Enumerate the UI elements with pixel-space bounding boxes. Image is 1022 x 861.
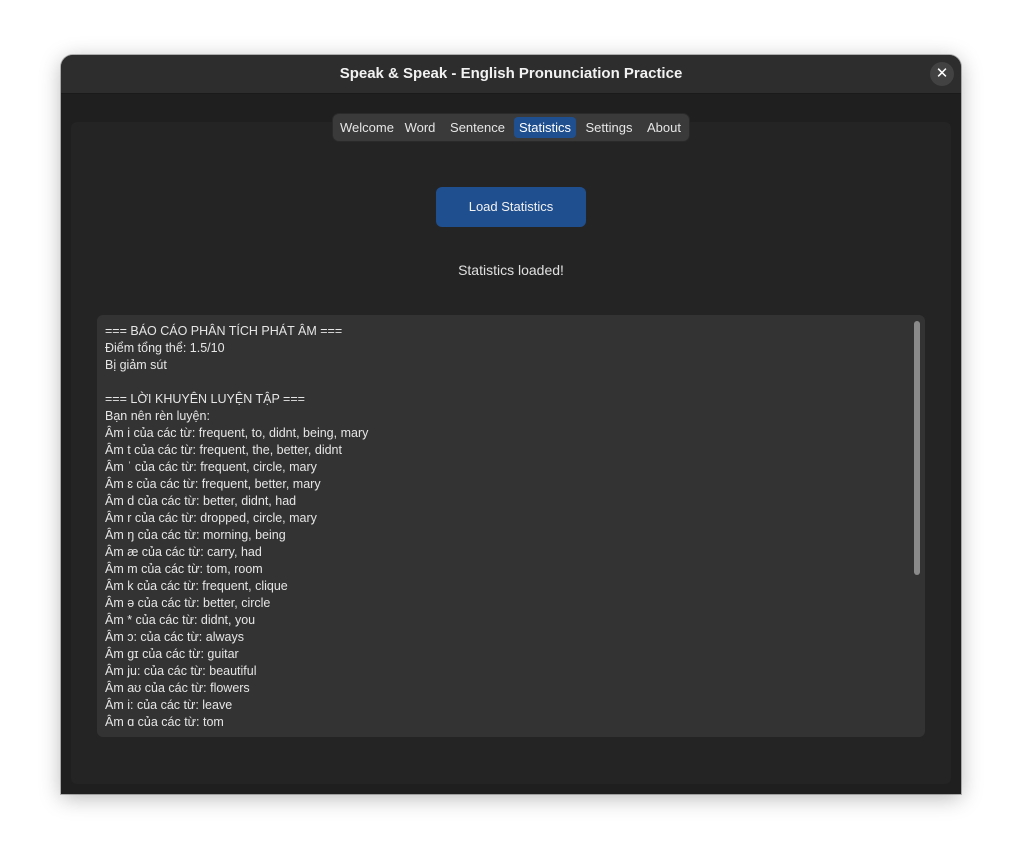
close-button[interactable]: ✕ bbox=[930, 62, 954, 86]
report-line: Âm * của các từ: didnt, you bbox=[105, 613, 256, 627]
report-line: Âm ɛ của các từ: frequent, better, mary bbox=[105, 477, 321, 491]
report-line: Âm ŋ của các từ: morning, being bbox=[105, 528, 286, 542]
report-line: Điểm tổng thể: 1.5/10 bbox=[105, 341, 225, 355]
report-line: Âm æ của các từ: carry, had bbox=[105, 545, 262, 559]
report-line: Âm aʊ của các từ: flowers bbox=[105, 681, 250, 695]
report-content: === BÁO CÁO PHÂN TÍCH PHÁT ÂM === Điểm tổ… bbox=[105, 323, 905, 731]
report-line: Âm d của các từ: better, didnt, had bbox=[105, 494, 297, 508]
close-icon: ✕ bbox=[935, 65, 949, 82]
report-line: Âm ɑ của các từ: tom bbox=[105, 715, 224, 729]
report-line: Âm ə của các từ: better, circle bbox=[105, 596, 271, 610]
app-window: Speak & Speak - English Pronunciation Pr… bbox=[61, 55, 961, 794]
report-line: Âm ju: của các từ: beautiful bbox=[105, 664, 257, 678]
tab-settings[interactable]: Settings bbox=[582, 117, 636, 138]
report-line: Âm r của các từ: dropped, circle, mary bbox=[105, 511, 317, 525]
report-line: Âm ˈ của các từ: frequent, circle, mary bbox=[105, 460, 317, 474]
report-line: Âm k của các từ: frequent, clique bbox=[105, 579, 288, 593]
window-title: Speak & Speak - English Pronunciation Pr… bbox=[339, 65, 683, 82]
report-scrollbar[interactable] bbox=[914, 321, 920, 575]
tab-about[interactable]: About bbox=[642, 117, 686, 138]
report-line: Âm t của các từ: frequent, the, better, … bbox=[105, 443, 342, 457]
report-line: Âm i: của các từ: leave bbox=[105, 698, 233, 712]
report-line: Âm ɔ: của các từ: always bbox=[105, 630, 244, 644]
title-bar[interactable]: Speak & Speak - English Pronunciation Pr… bbox=[61, 55, 961, 94]
report-line: Âm i của các từ: frequent, to, didnt, be… bbox=[105, 426, 369, 440]
tab-statistics[interactable]: Statistics bbox=[514, 117, 576, 138]
report-line: === LỜI KHUYÊN LUYỆN TẬP === bbox=[105, 392, 305, 406]
tab-welcome[interactable]: Welcome bbox=[337, 117, 397, 138]
tab-bar: Welcome Word Sentence Statistics Setting… bbox=[333, 114, 689, 141]
report-line: Bị giảm sút bbox=[105, 358, 167, 372]
report-text-area[interactable]: === BÁO CÁO PHÂN TÍCH PHÁT ÂM === Điểm tổ… bbox=[97, 315, 925, 737]
tab-word[interactable]: Word bbox=[401, 117, 439, 138]
report-line: === BÁO CÁO PHÂN TÍCH PHÁT ÂM === bbox=[105, 324, 343, 338]
report-line: Âm gɪ của các từ: guitar bbox=[105, 647, 239, 661]
load-statistics-button[interactable]: Load Statistics bbox=[436, 187, 586, 227]
status-message: Statistics loaded! bbox=[458, 262, 564, 278]
tab-sentence[interactable]: Sentence bbox=[446, 117, 509, 138]
report-line: Âm m của các từ: tom, room bbox=[105, 562, 263, 576]
report-line bbox=[105, 374, 905, 391]
report-line: Bạn nên rèn luyện: bbox=[105, 409, 210, 423]
